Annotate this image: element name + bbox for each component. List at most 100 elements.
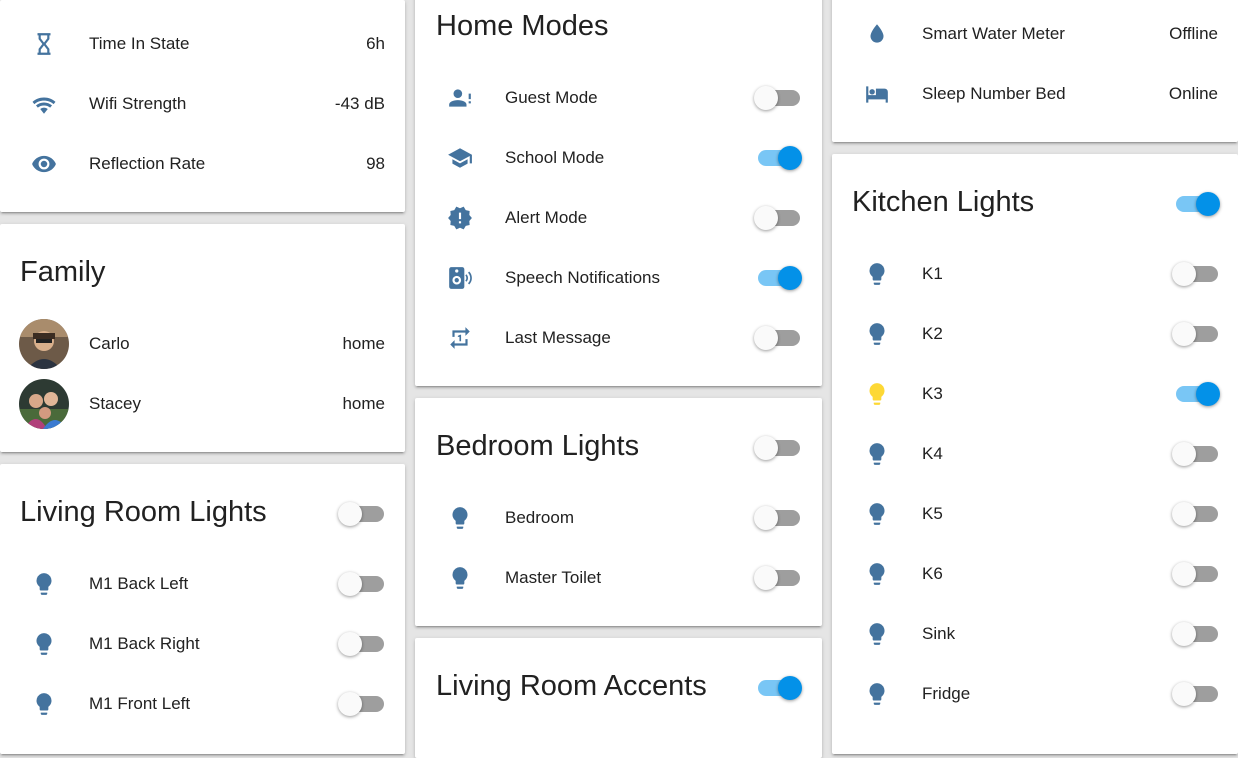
light-toggle[interactable] — [338, 692, 386, 716]
light-row[interactable]: Master Toilet — [415, 548, 822, 608]
toggle-thumb — [778, 146, 802, 170]
mode-row-last-message[interactable]: Last Message — [415, 308, 822, 368]
mode-toggle[interactable] — [754, 326, 802, 350]
sensor-label: Wifi Strength — [89, 94, 187, 113]
family-card: Family Carlo home Stacey home — [0, 224, 405, 452]
device-row-water-meter[interactable]: Smart Water Meter Offline — [832, 4, 1238, 64]
lightbulb-icon — [857, 374, 897, 414]
toggle-thumb — [1196, 192, 1220, 216]
light-row[interactable]: K3 — [832, 364, 1238, 424]
light-row[interactable]: Sink — [832, 604, 1238, 664]
mode-row-school[interactable]: School Mode — [415, 128, 822, 188]
toggle-thumb — [754, 436, 778, 460]
card-title: Home Modes — [436, 10, 609, 42]
light-toggle[interactable] — [1172, 382, 1220, 406]
hourglass-icon — [24, 24, 64, 64]
kitchen-lights-master-toggle[interactable] — [1172, 192, 1220, 216]
light-label: K5 — [922, 504, 943, 523]
light-row[interactable]: K2 — [832, 304, 1238, 364]
sensor-value: -43 dB — [334, 94, 385, 113]
light-row[interactable]: Bedroom — [415, 488, 822, 548]
card-title: Bedroom Lights — [436, 430, 640, 462]
toggle-thumb — [1172, 262, 1196, 286]
light-label: M1 Back Left — [89, 574, 189, 593]
living-room-accents-card: Living Room Accents — [415, 638, 822, 758]
light-row[interactable]: M1 Back Left — [0, 554, 405, 614]
sensor-row-time-in-state[interactable]: Time In State 6h — [0, 14, 405, 74]
toggle-thumb — [1172, 442, 1196, 466]
lightbulb-icon — [857, 494, 897, 534]
light-row[interactable]: Fridge — [832, 664, 1238, 724]
light-label: K3 — [922, 384, 943, 403]
light-toggle[interactable] — [1172, 682, 1220, 706]
light-toggle[interactable] — [338, 572, 386, 596]
card-title: Living Room Lights — [20, 496, 267, 528]
light-toggle[interactable] — [1172, 262, 1220, 286]
mode-row-guest[interactable]: Guest Mode — [415, 68, 822, 128]
living-room-lights-card: Living Room Lights M1 Back Left M1 Back … — [0, 464, 405, 754]
light-toggle[interactable] — [1172, 502, 1220, 526]
light-row[interactable]: K4 — [832, 424, 1238, 484]
mode-label: Guest Mode — [505, 88, 598, 107]
light-toggle[interactable] — [1172, 322, 1220, 346]
light-label: M1 Back Right — [89, 634, 200, 653]
mode-toggle[interactable] — [754, 146, 802, 170]
light-row[interactable]: K5 — [832, 484, 1238, 544]
mode-toggle[interactable] — [754, 266, 802, 290]
family-member-row[interactable]: Stacey home — [0, 374, 405, 434]
lightbulb-icon — [857, 554, 897, 594]
avatar — [19, 379, 69, 429]
bedroom-lights-card: Bedroom Lights Bedroom Master Toilet — [415, 398, 822, 626]
toggle-thumb — [754, 566, 778, 590]
light-toggle[interactable] — [754, 506, 802, 530]
device-row-bed[interactable]: Sleep Number Bed Online — [832, 64, 1238, 124]
lightbulb-icon — [24, 564, 64, 604]
light-toggle[interactable] — [754, 566, 802, 590]
sensor-label: Time In State — [89, 34, 190, 53]
device-value: Online — [1168, 84, 1218, 103]
light-row[interactable]: M1 Front Left — [0, 674, 405, 734]
card-title: Kitchen Lights — [852, 186, 1035, 218]
light-toggle[interactable] — [1172, 622, 1220, 646]
living-room-lights-master-toggle[interactable] — [338, 502, 386, 526]
light-label: Sink — [922, 624, 956, 643]
mode-toggle[interactable] — [754, 86, 802, 110]
toggle-thumb — [754, 506, 778, 530]
bedroom-lights-master-toggle[interactable] — [754, 436, 802, 460]
avatar — [19, 319, 69, 369]
speaker-wireless-icon — [440, 258, 480, 298]
toggle-thumb — [338, 692, 362, 716]
mode-row-speech[interactable]: Speech Notifications — [415, 248, 822, 308]
mode-label: Alert Mode — [505, 208, 588, 227]
light-row[interactable]: M1 Back Right — [0, 614, 405, 674]
mode-toggle[interactable] — [754, 206, 802, 230]
light-row[interactable]: K1 — [832, 244, 1238, 304]
sensor-row-wifi-strength[interactable]: Wifi Strength -43 dB — [0, 74, 405, 134]
living-room-accents-master-toggle[interactable] — [754, 676, 802, 700]
mode-row-alert[interactable]: Alert Mode — [415, 188, 822, 248]
bed-icon — [857, 74, 897, 114]
toggle-thumb — [1172, 502, 1196, 526]
light-toggle[interactable] — [1172, 442, 1220, 466]
toggle-thumb — [1172, 682, 1196, 706]
toggle-thumb — [754, 86, 778, 110]
devices-card: Smart Water Meter Offline Sleep Number B… — [832, 0, 1238, 142]
toggle-thumb — [338, 632, 362, 656]
toggle-thumb — [754, 326, 778, 350]
toggle-thumb — [1172, 562, 1196, 586]
light-label: Bedroom — [505, 508, 574, 527]
repeat-once-icon — [440, 318, 480, 358]
light-toggle[interactable] — [1172, 562, 1220, 586]
light-row[interactable]: K6 — [832, 544, 1238, 604]
home-modes-card: Home Modes Guest Mode School Mode Alert … — [415, 0, 822, 386]
family-member-row[interactable]: Carlo home — [0, 314, 405, 374]
toggle-thumb — [338, 572, 362, 596]
light-toggle[interactable] — [338, 632, 386, 656]
sensor-row-reflection-rate[interactable]: Reflection Rate 98 — [0, 134, 405, 194]
member-name: Stacey — [89, 394, 141, 413]
device-label: Smart Water Meter — [922, 24, 1065, 43]
light-label: K2 — [922, 324, 943, 343]
lightbulb-icon — [857, 434, 897, 474]
water-icon — [857, 14, 897, 54]
lightbulb-icon — [857, 314, 897, 354]
